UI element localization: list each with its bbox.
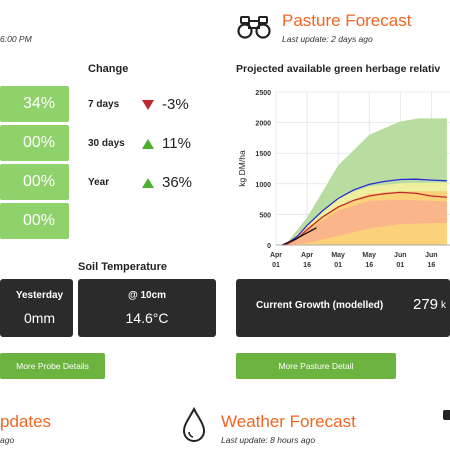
- y-tick-label: 1000: [255, 182, 271, 189]
- soil-temp-heading: Soil Temperature: [78, 261, 168, 273]
- moisture-cell: 00%: [0, 164, 69, 200]
- probe-timestamp: 6:00 PM: [0, 34, 32, 44]
- moisture-cell: 00%: [0, 125, 69, 161]
- current-growth-value: 279: [413, 296, 439, 313]
- updates-title: pdates: [0, 412, 52, 431]
- x-tick-label-month: May: [331, 252, 345, 259]
- x-tick-label-day: 16: [365, 262, 373, 269]
- y-tick-label: 500: [259, 212, 271, 219]
- rain-panel: Yesterday 0mm: [0, 279, 73, 337]
- pasture-last-update: Last update: 2 days ago: [282, 34, 373, 44]
- x-tick-label-day: 01: [396, 262, 404, 269]
- x-tick-label-month: Apr: [301, 252, 313, 259]
- x-tick-label-month: May: [362, 252, 376, 259]
- x-tick-label-day: 16: [303, 262, 311, 269]
- x-tick-label-month: Apr: [270, 252, 282, 259]
- water-drop-icon: [180, 406, 208, 443]
- moisture-cell: 34%: [0, 86, 69, 122]
- change-row: 7 days -3%: [88, 96, 228, 116]
- y-tick-label: 1500: [255, 151, 271, 158]
- y-tick-label: 2500: [255, 90, 271, 97]
- x-tick-label-day: 16: [427, 262, 435, 269]
- arrow-up-icon: [142, 139, 154, 149]
- more-pasture-detail-button[interactable]: More Pasture Detail: [236, 353, 396, 379]
- pasture-chart: 0 500 1000 1500 2000 2500 Apr 01 Apr 16 May 01 May 16…: [237, 90, 450, 269]
- pasture-forecast-title: Pasture Forecast: [282, 11, 412, 30]
- change-value: 11%: [162, 135, 191, 152]
- current-growth-unit: k: [441, 300, 446, 311]
- arrow-down-icon: [142, 100, 154, 110]
- rain-label: Yesterday: [15, 290, 64, 301]
- x-tick-label-month: Jun: [394, 252, 406, 259]
- updates-last-update: ago: [0, 435, 15, 445]
- change-period-label: 30 days: [88, 138, 125, 149]
- change-heading: Change: [88, 63, 129, 75]
- x-tick-label-day: 01: [272, 262, 280, 269]
- weather-forecast-title: Weather Forecast: [221, 412, 356, 431]
- binoculars-icon: [236, 14, 272, 40]
- change-value: 36%: [162, 174, 193, 191]
- change-period-label: 7 days: [88, 99, 120, 110]
- change-row: 30 days 11%: [88, 135, 228, 155]
- y-axis-label: kg DM/ha: [237, 150, 247, 187]
- soil-temp-depth-label: @ 10cm: [127, 290, 167, 301]
- y-tick-label: 0: [267, 243, 271, 250]
- change-period-label: Year: [88, 177, 110, 188]
- pasture-chart-title: Projected available green herbage relati…: [236, 63, 441, 75]
- current-growth-label: Current Growth (modelled): [256, 300, 384, 311]
- more-probe-details-button[interactable]: More Probe Details: [0, 353, 105, 379]
- current-growth-panel: Current Growth (modelled) 279 k: [236, 279, 450, 337]
- arrow-up-icon: [142, 178, 154, 188]
- change-value: -3%: [162, 96, 189, 113]
- rain-value: 0mm: [23, 310, 56, 326]
- moisture-cell: 00%: [0, 203, 69, 239]
- weather-last-update: Last update: 8 hours ago: [221, 435, 316, 445]
- x-tick-label-month: Jun: [425, 252, 437, 259]
- y-tick-label: 2000: [255, 121, 271, 128]
- soil-temp-value: 14.6°C: [125, 310, 169, 326]
- change-row: Year 36%: [88, 174, 228, 194]
- soil-temp-panel: @ 10cm 14.6°C: [78, 279, 216, 337]
- x-tick-label-day: 01: [334, 262, 342, 269]
- edge-icon-fragment: [443, 410, 450, 420]
